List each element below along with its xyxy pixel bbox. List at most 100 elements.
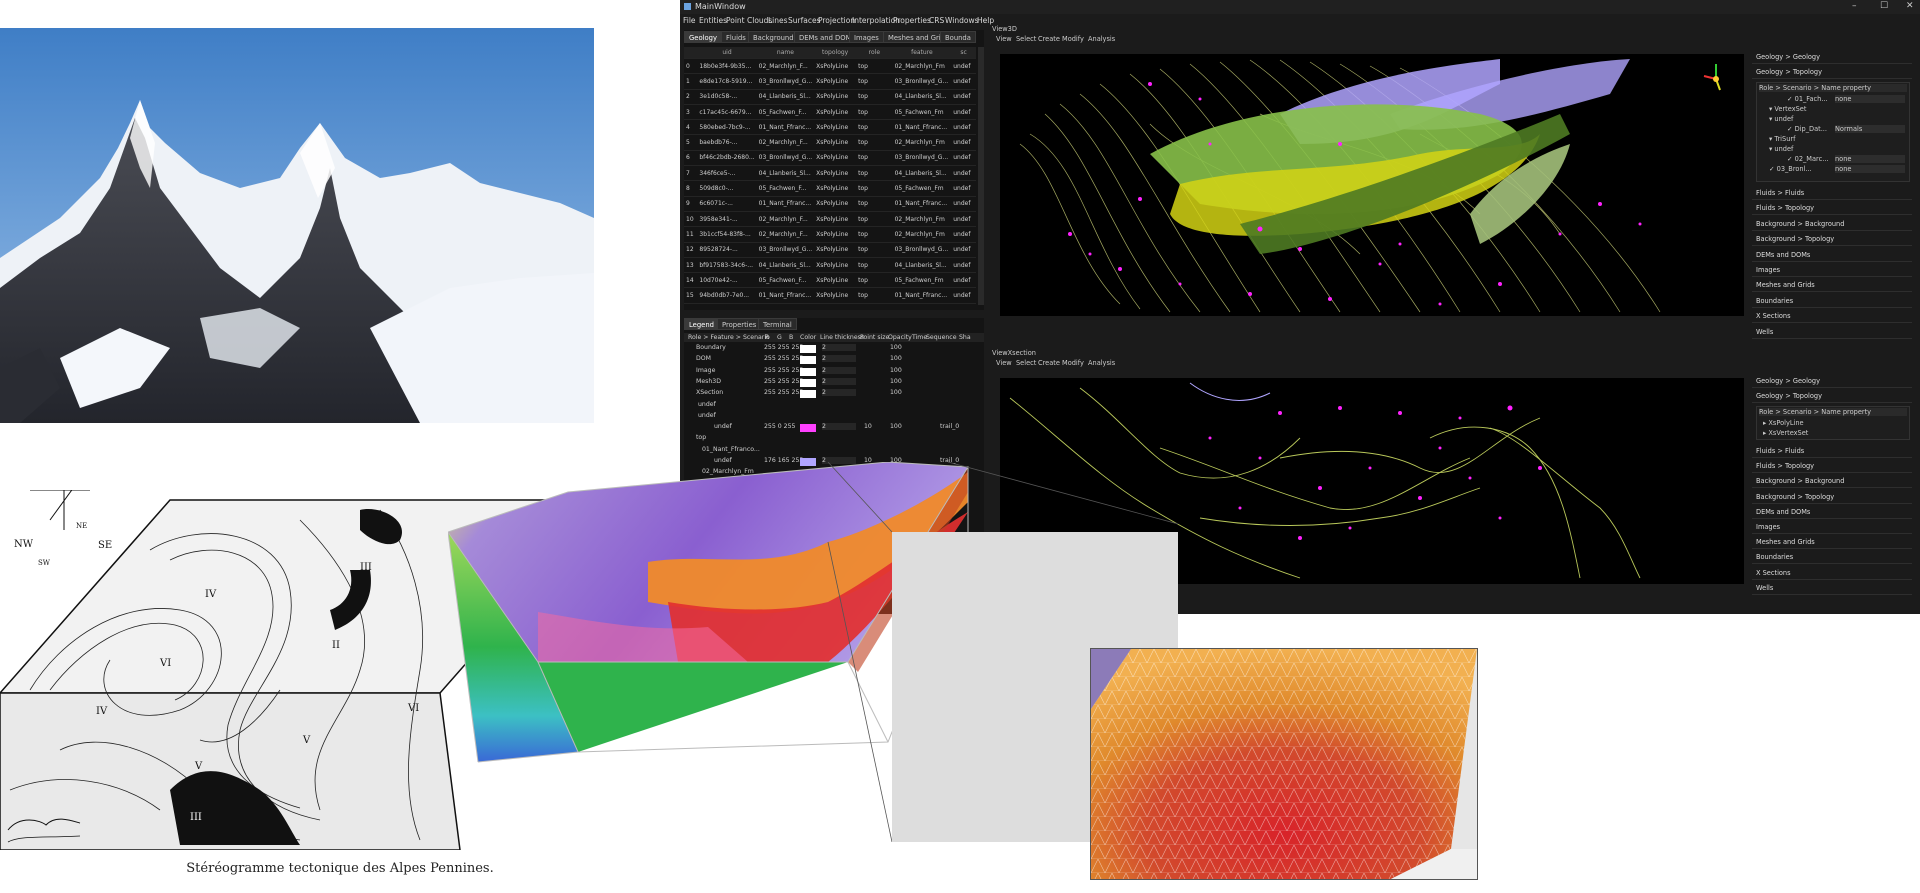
table-row[interactable]: 8 509d8c0-... 05_Fachwen_F... XsPolyLine top…: [684, 180, 976, 197]
table-cell[interactable]: 05_Fachwen_F...: [756, 180, 815, 197]
table-cell[interactable]: undef: [951, 287, 976, 304]
table-cell[interactable]: 02_Marchlyn_Fm: [892, 226, 952, 243]
table-cell[interactable]: XsPolyLine: [814, 257, 857, 274]
table-cell[interactable]: undef: [951, 58, 976, 75]
table-cell[interactable]: 01_Nant_Ffranc...: [756, 119, 815, 136]
table-cell[interactable]: 94bd0db7-7e0...: [697, 287, 757, 304]
table-cell[interactable]: 3958e341-...: [697, 211, 757, 228]
tab-terminal[interactable]: Terminal: [758, 318, 797, 330]
table-cell[interactable]: 01_Nant_Ffranc...: [756, 196, 815, 212]
table-cell[interactable]: 3: [684, 104, 698, 121]
table-row[interactable]: 14 10d70e42-... 05_Fachwen_F... XsPolyLine t…: [684, 272, 976, 289]
legend-item-label[interactable]: undef: [714, 423, 732, 430]
table-cell[interactable]: 02_Marchlyn_Fm: [892, 134, 952, 151]
table-cell[interactable]: undef: [951, 272, 976, 289]
table-row[interactable]: 12 89528724-... 03_Bronllwyd_G... XsPolyLin…: [684, 242, 976, 258]
side-section-header[interactable]: Geology > Topology: [1752, 389, 1912, 403]
menu-lines[interactable]: Lines: [768, 16, 788, 25]
table-cell[interactable]: top: [856, 196, 893, 212]
table-cell[interactable]: top: [856, 180, 893, 197]
menu-projection[interactable]: Projection: [818, 16, 855, 25]
line-thickness-spinbox[interactable]: 2: [822, 366, 856, 374]
table-row[interactable]: 11 3b1ccf54-83f8-... 02_Marchlyn_F... XsPol…: [684, 226, 976, 243]
maximize-button[interactable]: ☐: [1880, 1, 1888, 11]
col-role[interactable]: role: [856, 47, 893, 59]
table-row[interactable]: 6 bf46c2bdb-2680... 03_Bronllwyd_G... XsPol…: [684, 150, 976, 167]
side-section-header[interactable]: Background > Topology: [1752, 490, 1912, 504]
layer-tree-item[interactable]: ✓ Dip_Dat...: [1787, 125, 1827, 133]
table-cell[interactable]: 8: [684, 180, 698, 197]
legend-color-swatch[interactable]: [800, 390, 816, 399]
line-thickness-spinbox[interactable]: 2: [822, 344, 856, 351]
sequence-select[interactable]: trail_0: [940, 423, 959, 430]
layer-tree-item[interactable]: ▾ TriSurf: [1769, 135, 1795, 143]
table-row[interactable]: 10 3958e341-... 02_Marchlyn_F... XsPolyLine…: [684, 211, 976, 228]
table-cell[interactable]: undef: [951, 242, 976, 258]
table-cell[interactable]: 05_Fachwen_F...: [756, 272, 815, 289]
layer-tree-item[interactable]: ▾ VertexSet: [1769, 105, 1806, 113]
table-cell[interactable]: 05_Fachwen_F...: [756, 104, 815, 121]
line-thickness-spinbox[interactable]: 2: [822, 423, 856, 431]
table-cell[interactable]: 02_Marchlyn_Fm: [892, 211, 952, 228]
layer-tree-item[interactable]: ▸ XsPolyLine: [1763, 419, 1804, 427]
tab-geology[interactable]: Geology: [684, 31, 722, 43]
table-cell[interactable]: 03_Bronllwyd_G...: [892, 73, 952, 90]
opacity-spinbox[interactable]: 100: [890, 367, 902, 374]
tab-images[interactable]: Images: [849, 31, 884, 43]
table-cell[interactable]: undef: [951, 165, 976, 182]
table-cell[interactable]: XsPolyLine: [814, 134, 857, 151]
menu-surfaces[interactable]: Surfaces: [788, 16, 820, 25]
table-cell[interactable]: 05_Fachwen_Fm: [892, 104, 952, 121]
side-section-header[interactable]: DEMs and DOMs: [1752, 248, 1912, 262]
table-cell[interactable]: 04_Llanberis_Sl...: [892, 165, 952, 182]
property-select[interactable]: none: [1835, 155, 1905, 163]
col-name[interactable]: name: [756, 47, 815, 59]
table-cell[interactable]: 04_Llanberis_Sl...: [892, 89, 952, 105]
tab-boundaries[interactable]: Bounda: [940, 31, 976, 43]
tab-background[interactable]: Background: [748, 31, 799, 43]
table-cell[interactable]: 04_Llanberis_Sl...: [756, 257, 815, 274]
table-cell[interactable]: 02_Marchlyn_Fm: [892, 58, 952, 75]
opacity-spinbox[interactable]: 100: [890, 344, 902, 351]
col-topology[interactable]: topology: [814, 47, 857, 59]
side-section-header[interactable]: Fluids > Topology: [1752, 201, 1912, 216]
layer-tree-item[interactable]: ▾ undef: [1769, 115, 1793, 123]
table-cell[interactable]: undef: [951, 119, 976, 136]
table-cell[interactable]: 2: [684, 89, 698, 105]
table-row[interactable]: 4 580ebed-7bc9-... 01_Nant_Ffranc... XsPoly…: [684, 119, 976, 136]
menu-properties[interactable]: Properties: [893, 16, 931, 25]
table-cell[interactable]: 03_Bronllwyd_G...: [756, 73, 815, 90]
legend-color-swatch[interactable]: [800, 367, 816, 376]
table-row[interactable]: 15 94bd0db7-7e0... 01_Nant_Ffranc... XsPoly…: [684, 287, 976, 304]
table-cell[interactable]: 11: [684, 226, 698, 243]
view3d-menu-select[interactable]: Select: [1016, 35, 1036, 43]
layer-tree-item[interactable]: ✓ 02_Marc...: [1787, 155, 1829, 163]
table-cell[interactable]: XsPolyLine: [814, 165, 857, 182]
side-section-header[interactable]: Boundaries: [1752, 550, 1912, 565]
table-cell[interactable]: 6: [684, 150, 698, 167]
table-row[interactable]: 3 c17ac45c-6679... 05_Fachwen_F... XsPolyLi…: [684, 104, 976, 121]
table-cell[interactable]: undef: [951, 73, 976, 90]
point-size-spinbox[interactable]: 10: [864, 423, 872, 430]
table-cell[interactable]: 346f6ce5-...: [697, 165, 757, 182]
table-cell[interactable]: 6c6071c-...: [697, 196, 757, 212]
table-cell[interactable]: XsPolyLine: [814, 58, 857, 75]
table-cell[interactable]: undef: [951, 196, 976, 212]
menu-crs[interactable]: CRS: [929, 16, 944, 25]
table-cell[interactable]: 580ebed-7bc9-...: [697, 119, 757, 136]
col-index[interactable]: [684, 47, 698, 59]
table-cell[interactable]: undef: [951, 89, 976, 105]
table-cell[interactable]: 02_Marchlyn_F...: [756, 211, 815, 228]
table-cell[interactable]: undef: [951, 150, 976, 167]
table-cell[interactable]: 04_Llanberis_Sl...: [756, 89, 815, 105]
legend-item-label[interactable]: Boundary: [696, 344, 726, 351]
side-section-header[interactable]: Meshes and Grids: [1752, 278, 1912, 293]
legend-item-label[interactable]: XSection: [696, 389, 723, 396]
table-cell[interactable]: e8de17c8-5919...: [697, 73, 757, 90]
table-cell[interactable]: 01_Nant_Ffranc...: [892, 287, 952, 304]
table-cell[interactable]: XsPolyLine: [814, 89, 857, 105]
legend-color-swatch[interactable]: [800, 424, 816, 433]
opacity-spinbox[interactable]: 100: [890, 378, 902, 385]
table-cell[interactable]: XsPolyLine: [814, 272, 857, 289]
property-select[interactable]: Normals: [1835, 125, 1905, 133]
